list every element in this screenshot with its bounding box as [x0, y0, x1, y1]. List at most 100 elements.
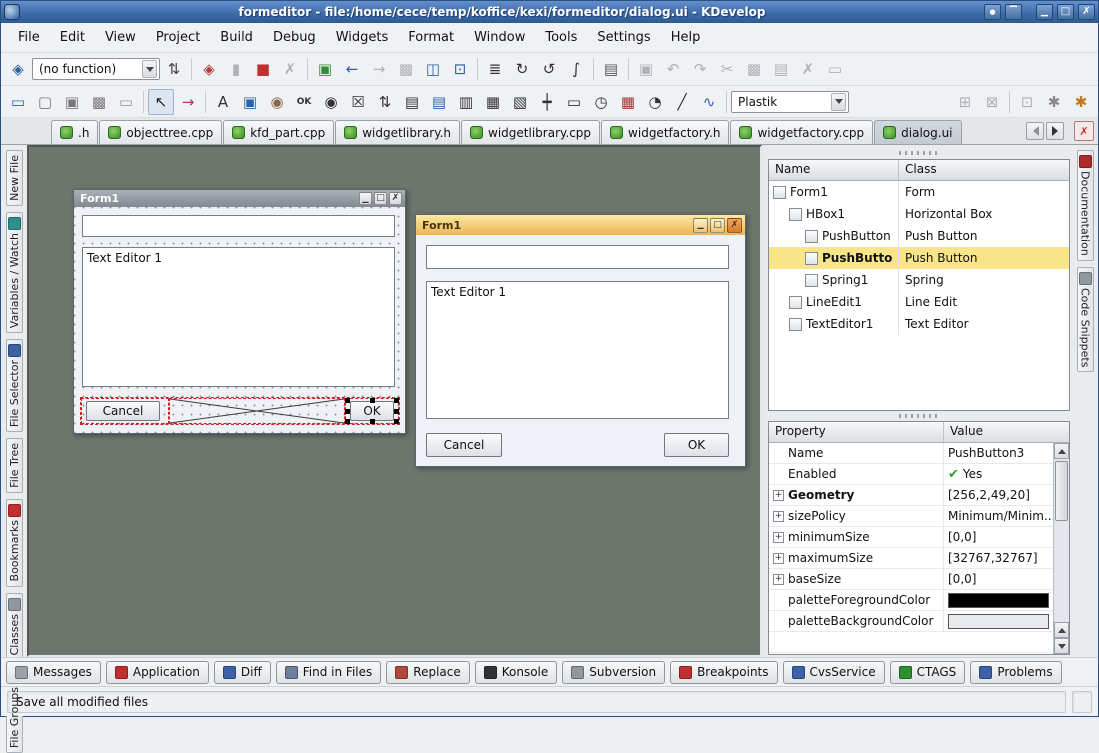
curve-widget-icon[interactable]: ∿ — [696, 89, 722, 115]
cancel-button[interactable]: Cancel — [426, 433, 502, 457]
configure-toolbars-icon[interactable]: ✱ — [1041, 89, 1067, 115]
scroll-down-button[interactable] — [1054, 638, 1069, 654]
close-icon[interactable] — [727, 218, 742, 233]
dock-tab-code-snippets[interactable]: Code Snippets — [1077, 267, 1094, 372]
chevron-down-icon[interactable] — [831, 93, 846, 111]
minimize-button[interactable] — [1036, 4, 1053, 20]
menu-tools[interactable]: Tools — [536, 26, 586, 49]
clock-widget-icon[interactable]: ◷ — [588, 89, 614, 115]
toolview-konsole[interactable]: Konsole — [475, 661, 558, 684]
menu-view[interactable]: View — [96, 26, 145, 49]
checkbox-widget-icon[interactable]: ☒ — [345, 89, 371, 115]
scroll-tabs-right-button[interactable] — [1046, 122, 1064, 140]
new-window-icon[interactable]: ▣ — [312, 56, 338, 82]
hbox-cell-ok[interactable]: OK — [345, 398, 399, 424]
titlebar[interactable]: formeditor - file:/home/cece/temp/koffic… — [1, 1, 1098, 23]
tab-objecttree-cpp[interactable]: objecttree.cpp — [99, 120, 222, 144]
toolview-breakpoints[interactable]: Breakpoints — [670, 661, 777, 684]
hbox-layout[interactable]: Cancel OK — [80, 397, 400, 425]
splitter-grip[interactable] — [899, 151, 939, 155]
form-preview-window[interactable]: Form1 Text Editor 1 Cancel OK — [415, 214, 746, 467]
groupbox-widget-icon[interactable]: ▢ — [32, 89, 58, 115]
listview-widget-icon[interactable]: ▧ — [507, 89, 533, 115]
selection-handle[interactable] — [370, 419, 375, 424]
pixmap-label-icon[interactable]: ▣ — [237, 89, 263, 115]
expand-icon[interactable] — [773, 490, 784, 501]
menu-build[interactable]: Build — [211, 26, 262, 49]
timeedit-widget-icon[interactable]: ◔ — [642, 89, 668, 115]
widgetstack-icon[interactable]: ▩ — [86, 89, 112, 115]
tab-kfd-part-cpp[interactable]: kfd_part.cpp — [223, 120, 334, 144]
column-header-value[interactable]: Value — [944, 422, 1069, 442]
tab-file-0[interactable]: .h — [51, 120, 98, 144]
menu-debug[interactable]: Debug — [264, 26, 325, 49]
dock-tab-new-file[interactable]: New File — [6, 150, 23, 206]
integrate-function-icon[interactable]: ∫ — [563, 56, 589, 82]
execute-program-icon[interactable]: ◈ — [196, 56, 222, 82]
property-row-minimumsize[interactable]: minimumSize [0,0] — [769, 527, 1053, 548]
selection-handle[interactable] — [394, 409, 399, 414]
tree-row-form1[interactable]: Form1 Form — [769, 181, 1069, 203]
color-swatch[interactable] — [948, 614, 1049, 629]
form-editor-canvas[interactable]: Form1 Text Editor 1 Cancel — [27, 145, 762, 657]
line-edit[interactable] — [426, 245, 729, 269]
configure-icon[interactable]: ✱ — [1068, 89, 1094, 115]
maximize-icon[interactable] — [374, 192, 387, 205]
back-icon[interactable]: ← — [339, 56, 365, 82]
property-row-maximumsize[interactable]: maximumSize [32767,32767] — [769, 548, 1053, 569]
property-row-sizepolicy[interactable]: sizePolicy Minimum/Minim... — [769, 506, 1053, 527]
dock-tab-classes[interactable]: Classes — [6, 593, 23, 660]
expand-icon[interactable] — [773, 574, 784, 585]
tree-row-lineedit1[interactable]: LineEdit1 Line Edit — [769, 291, 1069, 313]
radiobutton-widget-icon[interactable]: ◉ — [318, 89, 344, 115]
property-row-backgroundcolor[interactable]: paletteBackgroundColor — [769, 611, 1053, 632]
minimize-icon[interactable] — [693, 218, 708, 233]
menu-settings[interactable]: Settings — [588, 26, 659, 49]
menu-project[interactable]: Project — [147, 26, 209, 49]
style-combo[interactable]: Plastik — [731, 91, 849, 113]
tab-widgetfactory-cpp[interactable]: widgetfactory.cpp — [730, 120, 873, 144]
selection-handle[interactable] — [370, 398, 375, 403]
close-tab-button[interactable] — [1074, 121, 1094, 141]
pointer-icon[interactable]: ↖ — [148, 89, 174, 115]
scroll-up-button-2[interactable] — [1054, 622, 1069, 638]
property-row-enabled[interactable]: Enabled ✔Yes — [769, 464, 1053, 485]
text-editor-widget[interactable]: Text Editor 1 — [82, 247, 395, 387]
combo-detach-icon[interactable]: ⇅ — [161, 56, 187, 82]
tree-row-hbox1[interactable]: HBox1 Horizontal Box — [769, 203, 1069, 225]
dateedit-widget-icon[interactable]: ▦ — [615, 89, 641, 115]
property-scrollbar[interactable] — [1053, 443, 1069, 654]
scrollbar-thumb[interactable] — [1055, 461, 1068, 521]
tab-widgetfactory-h[interactable]: widgetfactory.h — [601, 120, 729, 144]
kdevelop-app-icon[interactable]: ◈ — [5, 56, 31, 82]
form-editor-window[interactable]: Form1 Text Editor 1 Cancel — [73, 189, 406, 434]
sticky-button[interactable] — [984, 4, 1001, 20]
column-header-property[interactable]: Property — [769, 422, 944, 442]
toolview-ctags[interactable]: CTAGS — [890, 661, 966, 684]
cancel-button-widget[interactable]: Cancel — [86, 401, 160, 421]
dock-tab-file-tree[interactable]: File Tree — [6, 438, 23, 493]
column-header-class[interactable]: Class — [899, 160, 1069, 180]
tabwidget-icon[interactable]: ▣ — [59, 89, 85, 115]
property-row-basesize[interactable]: baseSize [0,0] — [769, 569, 1053, 590]
toolview-diff[interactable]: Diff — [214, 661, 271, 684]
expand-icon[interactable] — [773, 532, 784, 543]
column-header-name[interactable]: Name — [769, 160, 899, 180]
form-preview-titlebar[interactable]: Form1 — [416, 215, 745, 235]
scroll-up-button[interactable] — [1054, 443, 1069, 459]
tree-row-texteditor1[interactable]: TextEditor1 Text Editor — [769, 313, 1069, 335]
expand-icon[interactable] — [773, 511, 784, 522]
frame-widget-icon[interactable]: ▭ — [5, 89, 31, 115]
dock-tab-documentation[interactable]: Documentation — [1077, 150, 1094, 261]
tree-row-pushbutton2[interactable]: PushButton Push Button — [769, 225, 1069, 247]
selection-handle[interactable] — [345, 398, 350, 403]
ok-button-widget[interactable]: OK — [350, 401, 394, 421]
toolview-subversion[interactable]: Subversion — [562, 661, 665, 684]
connect-signal-icon[interactable]: → — [175, 89, 201, 115]
document-icon[interactable]: ▤ — [598, 56, 624, 82]
maximize-icon[interactable] — [710, 218, 725, 233]
menu-file[interactable]: File — [9, 26, 49, 49]
expand-icon[interactable] — [773, 553, 784, 564]
form-design-surface[interactable]: Text Editor 1 Cancel OK — [74, 207, 405, 433]
preview-icon[interactable]: ⊡ — [447, 56, 473, 82]
